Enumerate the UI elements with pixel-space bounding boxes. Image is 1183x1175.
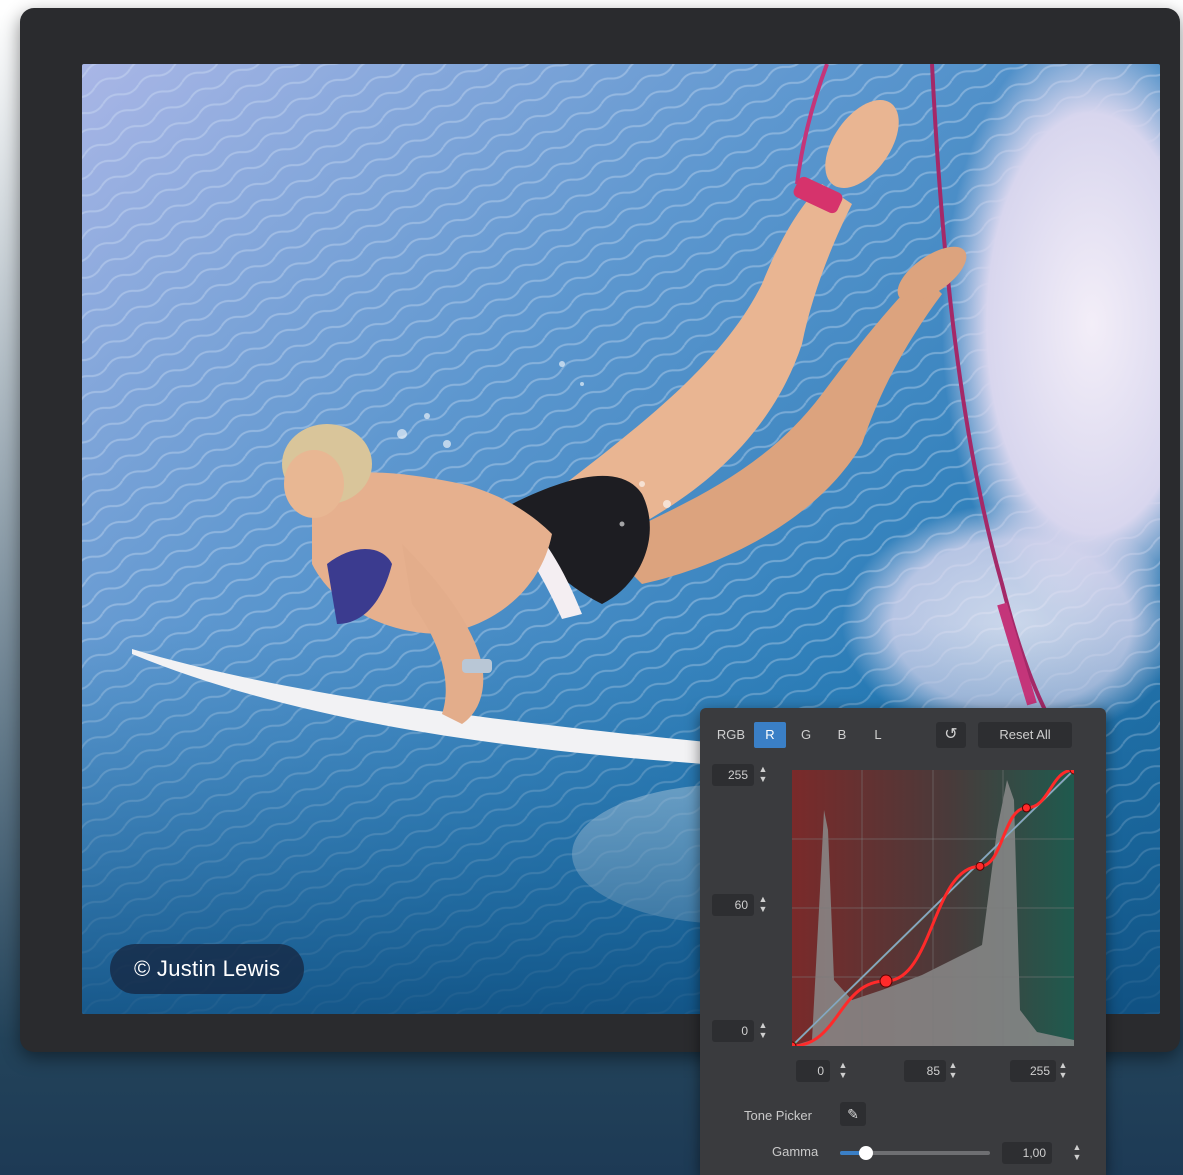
- tab-r[interactable]: R: [754, 722, 786, 748]
- output-min-stepper[interactable]: ▲ ▼: [758, 1020, 768, 1042]
- gamma-label: Gamma: [772, 1144, 819, 1159]
- curves-panel: RGB R G B L ↺ Reset All 255 ▲ ▼ 60 ▲ ▼ 0 ▲…: [700, 708, 1106, 1175]
- input-mid-stepper[interactable]: ▲ ▼: [948, 1060, 958, 1082]
- input-max-stepper[interactable]: ▲ ▼: [1058, 1060, 1068, 1082]
- output-mid-field[interactable]: 60: [712, 894, 754, 916]
- tab-l[interactable]: L: [864, 722, 892, 748]
- input-min-field[interactable]: 0: [796, 1060, 830, 1082]
- tone-picker-button[interactable]: ✎: [840, 1102, 866, 1126]
- eyedropper-icon: ✎: [847, 1106, 859, 1122]
- input-min-stepper[interactable]: ▲ ▼: [838, 1060, 848, 1082]
- output-max-stepper[interactable]: ▲ ▼: [758, 764, 768, 786]
- output-min-field[interactable]: 0: [712, 1020, 754, 1042]
- input-max-field[interactable]: 255: [1010, 1060, 1056, 1082]
- curve-point[interactable]: [1021, 803, 1031, 813]
- output-mid-stepper[interactable]: ▲ ▼: [758, 894, 768, 916]
- tab-g[interactable]: G: [792, 722, 820, 748]
- undo-icon: ↺: [944, 726, 958, 743]
- reset-all-button[interactable]: Reset All: [978, 722, 1072, 748]
- tab-b[interactable]: B: [828, 722, 856, 748]
- input-mid-field[interactable]: 85: [904, 1060, 946, 1082]
- gamma-slider-thumb[interactable]: [858, 1146, 873, 1160]
- photo-credit: © Justin Lewis: [110, 944, 305, 994]
- tab-rgb[interactable]: RGB: [712, 722, 750, 748]
- curve-point[interactable]: [879, 974, 893, 988]
- output-max-field[interactable]: 255: [712, 764, 754, 786]
- undo-button[interactable]: ↺: [936, 722, 966, 748]
- gamma-value-field[interactable]: 1,00: [1002, 1142, 1052, 1164]
- curves-graph[interactable]: [792, 770, 1074, 1046]
- tone-picker-label: Tone Picker: [744, 1108, 812, 1123]
- gamma-slider[interactable]: [840, 1146, 990, 1160]
- gamma-stepper[interactable]: ▲ ▼: [1072, 1142, 1082, 1164]
- curve-point[interactable]: [975, 861, 985, 871]
